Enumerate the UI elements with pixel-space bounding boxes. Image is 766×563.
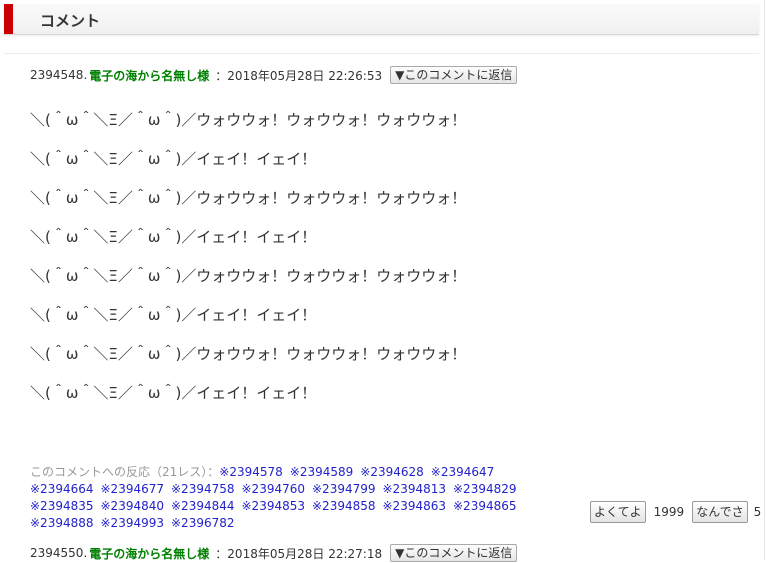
- reaction-link[interactable]: ※2394758: [171, 482, 235, 496]
- reaction-link[interactable]: ※2394858: [312, 499, 376, 513]
- reaction-link[interactable]: ※2394647: [431, 465, 495, 479]
- good-vote-count: 1999: [653, 505, 685, 519]
- header-accent-bar: [4, 4, 13, 34]
- reaction-link[interactable]: ※2394863: [383, 499, 447, 513]
- reply-button[interactable]: ▼このコメントに返信: [390, 66, 518, 84]
- reaction-link[interactable]: ※2394578: [219, 465, 283, 479]
- comment-author: 電子の海から名無し様: [89, 546, 210, 561]
- comment-line: ＼(＾ω＾＼Ξ／＾ω＾)／ウォウウォ！ウォウウォ！ウォウウォ！: [30, 111, 467, 129]
- comments-section-header: コメント: [4, 4, 759, 35]
- comment-author: 電子の海から名無し様: [89, 68, 210, 83]
- reaction-link[interactable]: ※2394835: [30, 499, 94, 513]
- reaction-link[interactable]: ※2394865: [453, 499, 517, 513]
- reaction-link[interactable]: ※2394840: [101, 499, 165, 513]
- comment-panel: コメント 2394548. 電子の海から名無し様 ： 2018年05月28日 2…: [0, 0, 765, 563]
- reaction-link[interactable]: ※2394628: [360, 465, 424, 479]
- vote-area: よくてよ 1999 なんでさ 5: [590, 500, 761, 524]
- reaction-link[interactable]: ※2394813: [383, 482, 447, 496]
- comment-number: 2394548.: [30, 68, 88, 82]
- reaction-link[interactable]: ※2394760: [242, 482, 306, 496]
- good-vote-button[interactable]: よくてよ: [590, 501, 646, 523]
- reaction-link[interactable]: ※2394888: [30, 516, 94, 530]
- reaction-link[interactable]: ※2394829: [453, 482, 517, 496]
- divider: [4, 53, 759, 54]
- reaction-link[interactable]: ※2396782: [171, 516, 235, 530]
- comment-reactions: このコメントへの反応（21レス）：※2394578 ※2394589 ※239462…: [30, 464, 570, 532]
- reaction-link[interactable]: ※2394589: [290, 465, 354, 479]
- comment-meta: 2394548. 電子の海から名無し様 ： 2018年05月28日 22:26:…: [30, 65, 518, 85]
- reaction-link[interactable]: ※2394844: [171, 499, 235, 513]
- reaction-link[interactable]: ※2394677: [101, 482, 165, 496]
- bad-vote-button[interactable]: なんでさ: [692, 501, 748, 523]
- bad-vote-count: 5: [753, 505, 762, 519]
- reaction-link[interactable]: ※2394664: [30, 482, 94, 496]
- reply-button[interactable]: ▼このコメントに返信: [390, 544, 518, 562]
- section-title: コメント: [40, 12, 101, 30]
- comment-body: ＼(＾ω＾＼Ξ／＾ω＾)／ウォウウォ！ウォウウォ！ウォウウォ！ ＼(＾ω＾＼Ξ／…: [30, 108, 466, 420]
- reaction-link[interactable]: ※2394799: [312, 482, 376, 496]
- reaction-link[interactable]: ※2394853: [242, 499, 306, 513]
- comment-line: ＼(＾ω＾＼Ξ／＾ω＾)／ウォウウォ！ウォウウォ！ウォウウォ！: [30, 345, 467, 363]
- comment-meta: 2394550. 電子の海から名無し様 ： 2018年05月28日 22:27:…: [30, 543, 518, 563]
- comment-line: ＼(＾ω＾＼Ξ／＾ω＾)／イェイ！イェイ！: [30, 228, 317, 246]
- comment-date: 2018年05月28日 22:26:53: [227, 68, 383, 83]
- comment-separator: ：: [215, 68, 228, 83]
- comment-line: ＼(＾ω＾＼Ξ／＾ω＾)／イェイ！イェイ！: [30, 306, 317, 324]
- comment-line: ＼(＾ω＾＼Ξ／＾ω＾)／ウォウウォ！ウォウウォ！ウォウウォ！: [30, 267, 467, 285]
- reaction-link[interactable]: ※2394993: [101, 516, 165, 530]
- comment-date: 2018年05月28日 22:27:18: [227, 546, 383, 561]
- comment-line: ＼(＾ω＾＼Ξ／＾ω＾)／イェイ！イェイ！: [30, 384, 317, 402]
- comment-number: 2394550.: [30, 546, 88, 560]
- comment-line: ＼(＾ω＾＼Ξ／＾ω＾)／イェイ！イェイ！: [30, 150, 317, 168]
- comment-separator: ：: [215, 546, 228, 561]
- reactions-label: このコメントへの反応（21レス）：: [30, 465, 220, 479]
- comment-line: ＼(＾ω＾＼Ξ／＾ω＾)／ウォウウォ！ウォウウォ！ウォウウォ！: [30, 189, 467, 207]
